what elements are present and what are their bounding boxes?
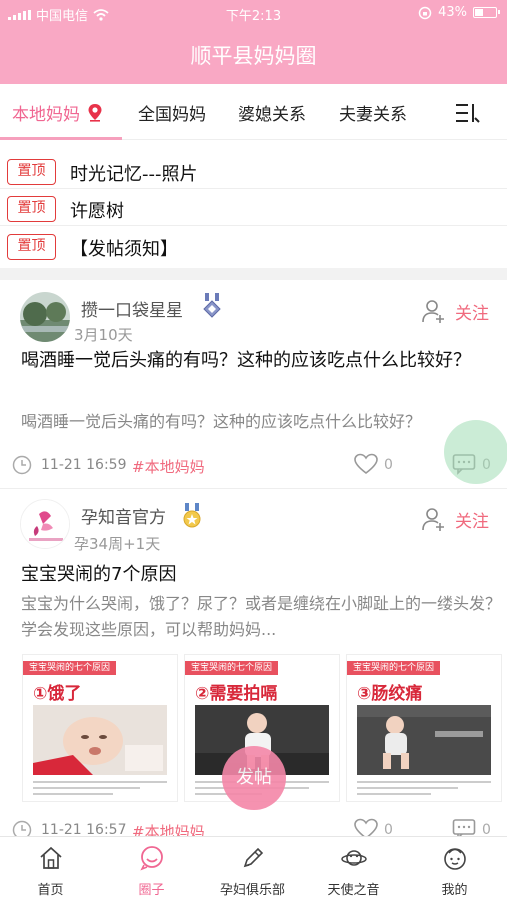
planet-icon [341, 850, 367, 866]
nav-angel-voice[interactable]: 天使之音 [303, 837, 404, 900]
image-heading: ①饿了 [33, 684, 82, 704]
pinned-item[interactable]: 置顶 许愿树 [0, 190, 507, 226]
status-bar: 中国电信 下午2:13 43% [0, 0, 507, 26]
app-header: 中国电信 下午2:13 43% 顺平县妈妈圈 [0, 0, 507, 84]
comment-count: 0 [482, 822, 491, 836]
post-image[interactable]: 宝宝哭闹的七个原因 ③肠绞痛 [346, 654, 502, 802]
image-heading: ③肠绞痛 [357, 684, 423, 704]
clock-icon [12, 455, 32, 475]
heart-icon [354, 818, 378, 836]
post-body[interactable]: 宝宝为什么哭闹，饿了？尿了？或者是缠绕在小脚趾上的一缕头发？学会发现这些原因，可… [21, 591, 501, 643]
pinned-badge: 置顶 [7, 234, 56, 260]
location-pin-icon [88, 104, 102, 122]
image-caption [357, 777, 491, 797]
tab-national-moms[interactable]: 全国妈妈 [138, 100, 206, 125]
pinned-title: 许愿树 [70, 201, 124, 222]
tab-menu-icon[interactable] [455, 102, 481, 124]
nav-label: 孕妇俱乐部 [219, 883, 285, 898]
post-title[interactable]: 宝宝哭闹的7个原因 [21, 561, 491, 589]
post-body[interactable]: 喝酒睡一觉后头痛的有吗？这种的应该吃点什么比较好？ [21, 409, 501, 435]
post-footer: 11-21 16:57 #本地妈妈 0 0 [12, 818, 502, 836]
nav-home[interactable]: 首页 [0, 837, 101, 900]
tab-couple-relations[interactable]: 夫妻关系 [339, 100, 407, 125]
nav-label: 首页 [37, 883, 64, 898]
medal-icon [203, 293, 221, 318]
follow-label: 关注 [455, 303, 489, 324]
app-screen: 中国电信 下午2:13 43% 顺平县妈妈圈 本地妈妈 全国妈妈 婆媳关系 夫妻… [0, 0, 507, 900]
circle-chat-icon [140, 846, 163, 871]
image-header: 宝宝哭闹的七个原因 [185, 661, 279, 675]
create-post-button[interactable]: 发帖 [222, 746, 286, 810]
like-button[interactable]: 0 [354, 818, 393, 836]
nav-pregnancy-club[interactable]: 孕妇俱乐部 [202, 837, 303, 900]
post-tag[interactable]: #本地妈妈 [132, 821, 205, 836]
add-user-icon [422, 508, 444, 531]
baby-photo [357, 705, 491, 775]
home-icon [40, 846, 62, 869]
pinned-item[interactable]: 置顶 时光记忆---照片 [0, 153, 507, 189]
page-title: 顺平县妈妈圈 [190, 44, 317, 68]
baby-photo [33, 705, 167, 775]
pencil-icon [243, 847, 264, 868]
author-subtitle: 孕34周+1天 [74, 535, 161, 553]
nav-label: 天使之音 [327, 883, 380, 898]
nav-label: 我的 [441, 883, 468, 898]
post-tag[interactable]: #本地妈妈 [132, 456, 205, 477]
post-title[interactable]: 喝酒睡一觉后头痛的有吗？这种的应该吃点什么比较好？ [21, 347, 491, 375]
pinned-badge: 置顶 [7, 196, 56, 222]
image-header: 宝宝哭闹的七个原因 [23, 661, 117, 675]
bottom-navigation: 首页 圈子 孕妇俱乐部 天使之音 我的 [0, 836, 507, 900]
image-header: 宝宝哭闹的七个原因 [347, 661, 441, 675]
nav-mine[interactable]: 我的 [404, 837, 505, 900]
author-name[interactable]: 攒一口袋星星 [81, 296, 183, 321]
tab-label: 本地妈妈 [12, 105, 80, 125]
battery-percent: 43% [438, 5, 467, 20]
follow-button[interactable]: 关注 [421, 506, 489, 532]
avatar[interactable] [20, 499, 70, 549]
avatar[interactable] [20, 292, 70, 342]
image-heading: ②需要拍嗝 [195, 684, 278, 704]
like-count: 0 [384, 457, 393, 473]
post-footer: 11-21 16:59 #本地妈妈 0 0 [12, 453, 502, 477]
tab-local-moms[interactable]: 本地妈妈 [12, 100, 103, 125]
floating-assist-button[interactable] [444, 420, 507, 484]
pinned-title: 时光记忆---照片 [70, 164, 198, 185]
like-button[interactable]: 0 [354, 453, 393, 479]
author-name[interactable]: 孕知音官方 [81, 503, 166, 528]
author-subtitle: 3月10天 [74, 326, 133, 344]
follow-button[interactable]: 关注 [421, 298, 489, 324]
comment-button[interactable]: 0 [452, 818, 491, 836]
image-caption [33, 777, 167, 797]
comment-icon [452, 819, 476, 836]
post-time: 11-21 16:57 [41, 822, 127, 836]
section-gap [0, 268, 507, 280]
post-image[interactable]: 宝宝哭闹的七个原因 ①饿了 [22, 654, 178, 802]
pinned-badge: 置顶 [7, 159, 56, 185]
baby-face-icon [444, 848, 466, 870]
like-count: 0 [384, 822, 393, 836]
pinned-title: 【发帖须知】 [70, 239, 178, 260]
follow-label: 关注 [455, 511, 489, 532]
clock-icon [12, 820, 32, 836]
medal-icon [183, 503, 201, 528]
status-right: 43% [418, 5, 500, 20]
heart-icon [354, 453, 378, 475]
pinned-item[interactable]: 置顶 【发帖须知】 [0, 228, 507, 264]
add-user-icon [422, 300, 444, 323]
battery-icon [473, 7, 500, 18]
active-tab-indicator [0, 137, 122, 140]
divider [0, 488, 507, 489]
rotation-lock-icon [418, 6, 432, 19]
tab-in-law-relations[interactable]: 婆媳关系 [238, 100, 306, 125]
nav-circle[interactable]: 圈子 [101, 837, 202, 900]
nav-label: 圈子 [138, 883, 165, 898]
post-time: 11-21 16:59 [41, 457, 127, 473]
category-tabs: 本地妈妈 全国妈妈 婆媳关系 夫妻关系 [0, 84, 507, 140]
